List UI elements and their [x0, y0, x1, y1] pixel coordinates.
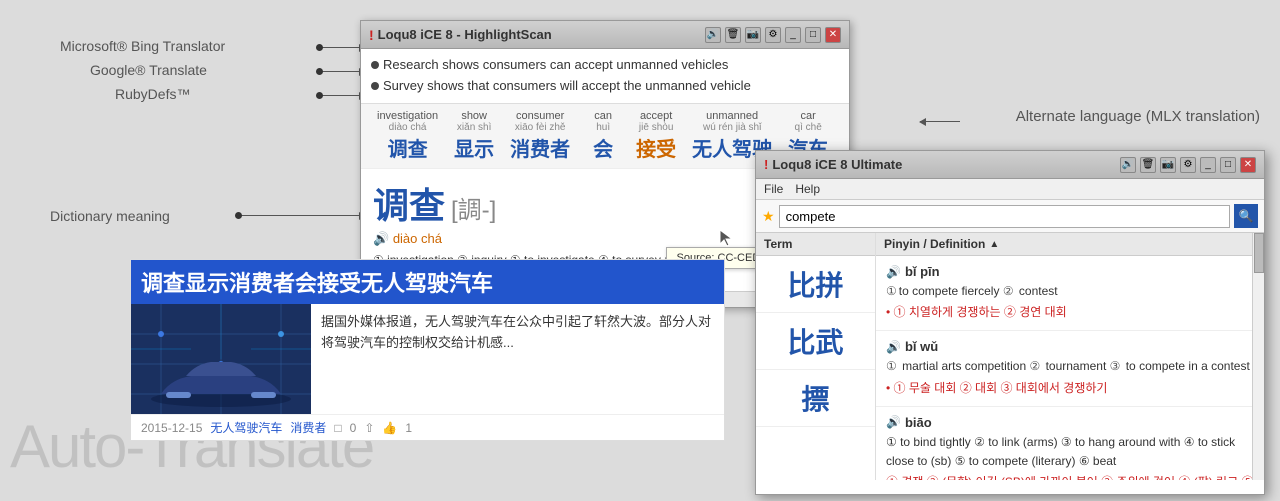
def-ko-biao: ① 경쟁 ② (문학) 이길 (SB)에 가까이 붙어 ③ 주위에 걸어 ④ (… [886, 473, 1254, 480]
sort-arrow-icon: ▲ [989, 239, 999, 250]
arrow-ms [320, 47, 365, 48]
arrow-alt-lang [920, 121, 960, 122]
def-row-bipan: 🔊 bǐ pīn ①to compete fiercely ② contest … [876, 256, 1264, 331]
hs-word-accept[interactable]: accept jiē shòu 接受 [628, 108, 684, 164]
ult-menubar: File Help [756, 179, 1264, 200]
def-row-biwu: 🔊 bǐ wǔ ① martial arts competition ② tou… [876, 331, 1264, 406]
news-tag-2[interactable]: 消费者 [290, 419, 326, 436]
def-pinyin-biao: 🔊 biāo [886, 415, 1254, 430]
hs-sentence-2: Survey shows that consumers will accept … [371, 76, 839, 97]
hs-word-consumer[interactable]: consumer xiāo fèi zhě 消费者 [502, 108, 578, 164]
def-pinyin-biwu: 🔊 bǐ wǔ [886, 339, 1254, 354]
ult-minimize-btn[interactable]: _ [1200, 157, 1216, 173]
hs-maximize-btn[interactable]: □ [805, 27, 821, 43]
hs-char-bracket: [調-] [451, 190, 496, 225]
hs-titlebar: ! Loqu8 iCE 8 - HighlightScan 🔊 🗑 📷 ⚙ _ … [361, 21, 849, 49]
google-label: Google® Translate [90, 62, 207, 78]
hs-speaker-btn[interactable]: 🔊 [705, 27, 721, 43]
hs-settings-btn[interactable]: ⚙ [765, 27, 781, 43]
term-col-header: Term [756, 233, 875, 256]
def-text-bipan: ①to compete fiercely ② contest [886, 282, 1254, 301]
hs-trash-btn[interactable]: 🗑 [725, 27, 741, 43]
dot-dict [235, 212, 242, 219]
hs-camera-btn[interactable]: 📷 [745, 27, 761, 43]
ult-settings-btn[interactable]: ⚙ [1180, 157, 1196, 173]
ult-close-btn[interactable]: ✕ [1240, 157, 1256, 173]
ult-maximize-btn[interactable]: □ [1220, 157, 1236, 173]
news-img-svg [131, 304, 311, 414]
ult-icon: ! [764, 157, 768, 172]
ult-title: ! Loqu8 iCE 8 Ultimate [764, 157, 902, 172]
sound-icon-biao[interactable]: 🔊 [886, 415, 901, 429]
bullet-2 [371, 82, 379, 90]
ruby-label: RubyDefs™ [115, 86, 190, 102]
hs-word-investigation[interactable]: investigation diào chá 调查 [369, 108, 446, 164]
hs-minimize-btn[interactable]: _ [785, 27, 801, 43]
hs-sentences: Research shows consumers can accept unma… [361, 49, 849, 103]
arrow-google [320, 71, 365, 72]
star-icon: ★ [762, 208, 775, 225]
search-input[interactable] [779, 205, 1230, 228]
hs-word-show[interactable]: show xiǎn shì 显示 [446, 108, 502, 164]
def-ko-bipan: • ① 치열하게 경쟁하는 ② 경연 대회 [886, 303, 1254, 322]
term-column: Term 比拼 比武 摽 [756, 233, 876, 480]
hs-char-main: 调查 [373, 177, 445, 229]
ult-table: Term 比拼 比武 摽 Pinyin / Definition ▲ 🔊 [756, 233, 1264, 480]
ms-label: Microsoft® Bing Translator [60, 38, 225, 54]
def-column: Pinyin / Definition ▲ 🔊 bǐ pīn ①to compe… [876, 233, 1264, 480]
dot-google [316, 68, 323, 75]
news-headline: 调查显示消费者会接受无人驾驶汽车 [131, 260, 724, 304]
news-tag-1[interactable]: 无人驾驶汽车 [210, 419, 282, 436]
ult-menu-file[interactable]: File [764, 182, 783, 196]
bullet-1 [371, 61, 379, 69]
def-col-header[interactable]: Pinyin / Definition ▲ [876, 233, 1264, 256]
ult-camera-btn[interactable]: 📷 [1160, 157, 1176, 173]
arrow-ruby [320, 95, 365, 96]
def-ko-biwu: • ① 무술 대회 ② 대회 ③ 대회에서 경쟁하기 [886, 379, 1254, 398]
hs-controls[interactable]: 🔊 🗑 📷 ⚙ _ □ ✕ [705, 27, 841, 43]
hs-close-btn[interactable]: ✕ [825, 27, 841, 43]
dict-meaning-label: Dictionary meaning [50, 208, 170, 224]
hs-word-can[interactable]: can huì 会 [578, 108, 628, 164]
ult-search-row: ★ 🔍 [756, 200, 1264, 233]
ult-titlebar: ! Loqu8 iCE 8 Ultimate 🔊 🗑 📷 ⚙ _ □ ✕ [756, 151, 1264, 179]
news-text: 据国外媒体报道，无人驾驶汽车在公众中引起了轩然大波。部分人对将驾驶汽车的控制权交… [311, 304, 724, 414]
sound-icon-biwu[interactable]: 🔊 [886, 340, 901, 354]
ult-controls[interactable]: 🔊 🗑 📷 ⚙ _ □ ✕ [1120, 157, 1256, 173]
term-row-bipan[interactable]: 比拼 [756, 256, 875, 313]
hs-sentence-1: Research shows consumers can accept unma… [371, 55, 839, 76]
alt-lang-label: Alternate language (MLX translation) [1016, 108, 1260, 125]
def-text-biwu: ① martial arts competition ② tournament … [886, 357, 1254, 376]
ultimate-window: ! Loqu8 iCE 8 Ultimate 🔊 🗑 📷 ⚙ _ □ ✕ Fil… [755, 150, 1265, 495]
news-image [131, 304, 311, 414]
dot-ms [316, 44, 323, 51]
scroll-thumb[interactable] [1254, 233, 1264, 273]
hs-icon: ! [369, 27, 374, 43]
def-row-biao: 🔊 biāo ① to bind tightly ② to link (arms… [876, 407, 1264, 480]
def-pinyin-bipan: 🔊 bǐ pīn [886, 264, 1254, 279]
ult-speaker-btn[interactable]: 🔊 [1120, 157, 1136, 173]
news-card: 调查显示消费者会接受无人驾驶汽车 [130, 259, 725, 441]
search-button[interactable]: 🔍 [1234, 204, 1258, 228]
def-text-biao: ① to bind tightly ② to link (arms) ③ to … [886, 433, 1254, 471]
ult-menu-help[interactable]: Help [795, 182, 820, 196]
dot-ruby [316, 92, 323, 99]
term-row-biao[interactable]: 摽 [756, 370, 875, 427]
term-row-biwu[interactable]: 比武 [756, 313, 875, 370]
scrollbar[interactable] [1252, 233, 1264, 480]
ult-trash-btn[interactable]: 🗑 [1140, 157, 1156, 173]
hs-title: ! Loqu8 iCE 8 - HighlightScan [369, 27, 552, 43]
sound-icon-bipan[interactable]: 🔊 [886, 265, 901, 279]
news-body: 据国外媒体报道，无人驾驶汽车在公众中引起了轩然大波。部分人对将驾驶汽车的控制权交… [131, 304, 724, 414]
news-meta: 2015-12-15 无人驾驶汽车 消费者 □ 0 ⇧ 👍 1 [131, 414, 724, 440]
arrow-dict [240, 215, 365, 216]
cursor-pointer [718, 228, 734, 253]
